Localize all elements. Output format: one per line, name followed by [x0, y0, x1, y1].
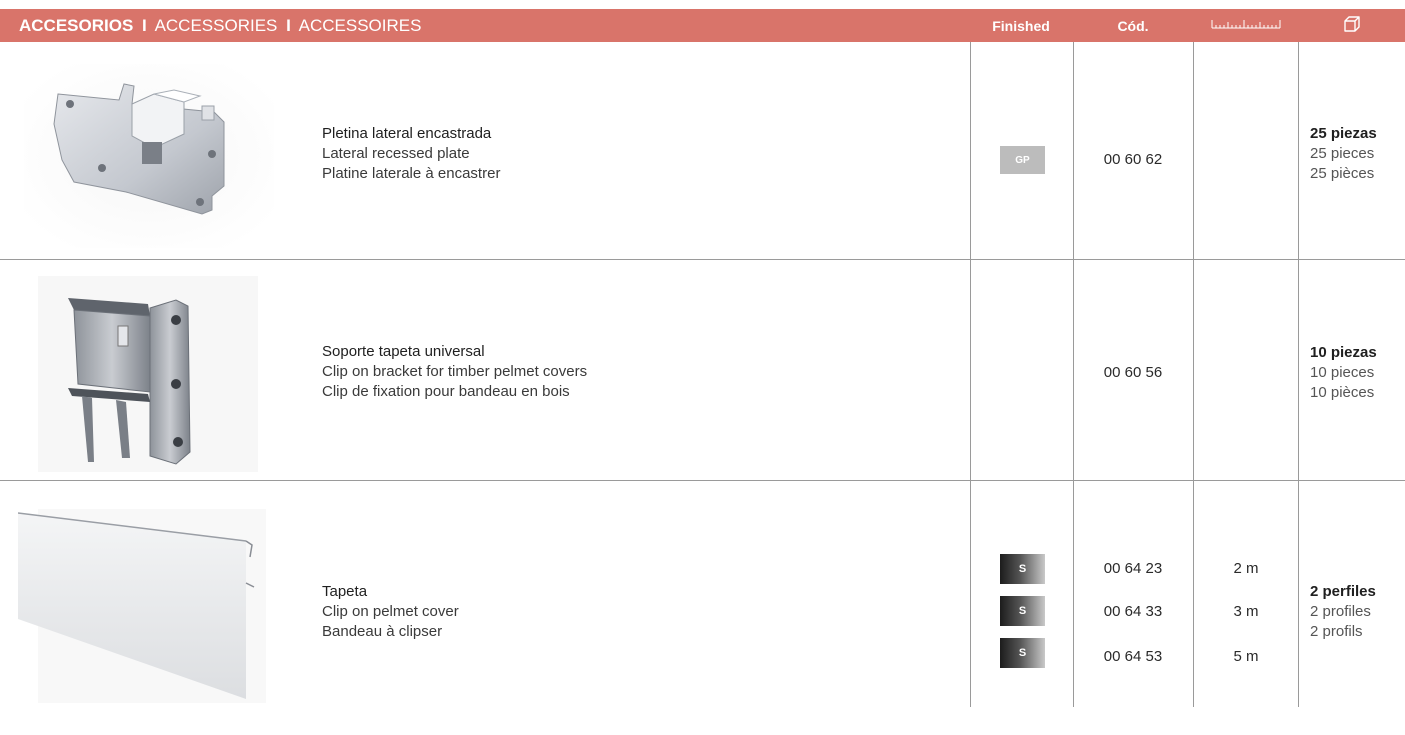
title-separator: I	[286, 16, 291, 35]
row-divider	[0, 259, 1405, 260]
name-fr: Clip de fixation pour bandeau en bois	[322, 383, 570, 400]
product-length: 3 m	[1233, 603, 1259, 620]
title-en: ACCESSORIES	[154, 16, 278, 35]
product-length: 2 m	[1233, 560, 1259, 577]
title-es: ACCESORIOS	[19, 16, 134, 35]
name-es: Pletina lateral encastrada	[322, 125, 492, 142]
pack-fr: 25 pièces	[1310, 165, 1375, 182]
product-description: Pletina lateral encastrada Lateral reces…	[322, 124, 500, 184]
section-title: ACCESORIOS I ACCESSORIES I ACCESSOIRES	[19, 16, 421, 36]
name-en: Lateral recessed plate	[322, 145, 470, 162]
pack-quantity: 2 perfiles 2 profiles 2 profils	[1310, 582, 1376, 642]
lateral-plate-image	[24, 64, 274, 248]
pack-fr: 2 profils	[1310, 623, 1363, 640]
product-code: 00 60 62	[1103, 151, 1163, 168]
product-code: 00 64 53	[1103, 648, 1163, 665]
pack-es: 25 piezas	[1310, 125, 1377, 142]
column-divider	[1298, 42, 1299, 707]
pack-quantity: 10 piezas 10 pieces 10 pièces	[1310, 343, 1377, 403]
pack-quantity: 25 piezas 25 pieces 25 pièces	[1310, 124, 1377, 184]
product-code: 00 64 33	[1103, 603, 1163, 620]
column-finished: Finished	[992, 18, 1050, 34]
title-fr: ACCESSOIRES	[298, 16, 422, 35]
name-es: Soporte tapeta universal	[322, 343, 485, 360]
title-separator: I	[142, 16, 147, 35]
pack-es: 10 piezas	[1310, 344, 1377, 361]
name-fr: Platine laterale à encastrer	[322, 165, 501, 182]
ruler-icon	[1194, 16, 1298, 33]
finish-swatch: GP	[1000, 146, 1045, 174]
product-description: Soporte tapeta universal Clip on bracket…	[322, 342, 587, 402]
finish-swatch: S	[1000, 638, 1045, 668]
name-fr: Bandeau à clipser	[322, 623, 443, 640]
pelmet-cover-image	[18, 509, 266, 703]
pack-fr: 10 pièces	[1310, 384, 1375, 401]
pack-en: 10 pieces	[1310, 364, 1375, 381]
finish-swatch: S	[1000, 554, 1045, 584]
name-en: Clip on pelmet cover	[322, 603, 459, 620]
finish-swatch: S	[1000, 596, 1045, 626]
pack-en: 2 profiles	[1310, 603, 1371, 620]
column-code: Cód.	[1117, 18, 1149, 34]
pack-en: 25 pieces	[1310, 145, 1375, 162]
product-length: 5 m	[1233, 648, 1259, 665]
pack-es: 2 perfiles	[1310, 583, 1376, 600]
name-es: Tapeta	[322, 583, 368, 600]
product-code: 00 64 23	[1103, 560, 1163, 577]
name-en: Clip on bracket for timber pelmet covers	[322, 363, 588, 380]
pelmet-bracket-image	[38, 276, 258, 472]
product-code: 00 60 56	[1103, 364, 1163, 381]
row-divider	[0, 480, 1405, 481]
product-description: Tapeta Clip on pelmet cover Bandeau à cl…	[322, 582, 459, 642]
section-header: ACCESORIOS I ACCESSORIES I ACCESSOIRES F…	[0, 9, 1405, 42]
box-icon	[1299, 15, 1405, 36]
column-divider	[970, 42, 971, 707]
